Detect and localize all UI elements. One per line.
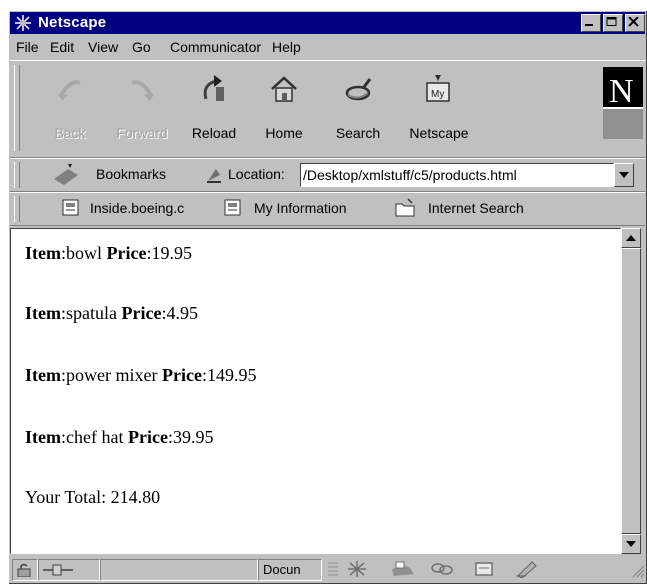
home-button[interactable]: Home: [250, 67, 318, 151]
vertical-scrollbar[interactable]: [621, 228, 641, 554]
location-field[interactable]: /Desktop/xmlstuff/c5/products.html: [300, 163, 614, 187]
connection-cell: [38, 559, 100, 581]
item-name: bowl: [66, 243, 102, 263]
scroll-thumb[interactable]: [621, 248, 641, 534]
item-price: 149.95: [206, 365, 257, 385]
title-bar: Netscape: [10, 12, 645, 34]
item-name: power mixer: [66, 365, 158, 385]
arrow-down-icon: [626, 541, 636, 547]
mail-icon[interactable]: [390, 560, 416, 578]
product-line: Item:bowl Price:19.95: [25, 243, 192, 263]
menu-communicator[interactable]: Communicator: [170, 39, 261, 55]
connection-plug-icon: [43, 564, 73, 576]
component-bar: [326, 560, 626, 578]
product-line: Item:spatula Price:4.95: [25, 303, 198, 323]
search-button[interactable]: Search: [324, 67, 392, 151]
component-bar-grip-icon[interactable]: [326, 560, 340, 578]
location-toolbar: Bookmarks Location: /Desktop/xmlstuff/c5…: [10, 158, 645, 192]
bookmarks-button[interactable]: Bookmarks: [96, 166, 166, 182]
maximize-icon: [606, 17, 617, 26]
item-price: 39.95: [172, 427, 214, 447]
window-title: Netscape: [38, 14, 107, 31]
toolbar-grip[interactable]: [14, 162, 20, 188]
status-bar: Docun: [10, 556, 645, 582]
minimize-icon: [585, 24, 593, 26]
toolbar-grip[interactable]: [14, 196, 20, 222]
dropdown-arrow-icon: [619, 172, 629, 178]
product-line: Item:chef hat Price:39.95: [25, 427, 214, 447]
lock-icon: [17, 563, 31, 577]
forward-icon: [131, 80, 154, 101]
forward-button[interactable]: Forward: [108, 67, 176, 151]
back-button[interactable]: Back: [36, 67, 104, 151]
location-url: /Desktop/xmlstuff/c5/products.html: [303, 167, 517, 183]
composer-icon[interactable]: [514, 560, 538, 578]
minimize-button[interactable]: [581, 14, 601, 32]
home-icon: [271, 76, 297, 102]
bookmarks-icon: [54, 164, 78, 185]
netscape-logo-letter: N: [609, 73, 634, 110]
menu-bar: File Edit View Go Communicator Help: [10, 36, 645, 58]
netscape-app-icon: [15, 15, 31, 31]
personal-toolbar: Inside.boeing.c My Information Internet …: [10, 192, 645, 226]
page-content: Item:bowl Price:19.95 Item:spatula Price…: [10, 228, 621, 554]
maximize-button[interactable]: [603, 14, 623, 32]
order-total: Your Total: 214.80: [25, 487, 161, 507]
toolbar-grip[interactable]: [14, 65, 20, 151]
location-dropdown-button[interactable]: [614, 163, 634, 187]
reload-icon: [203, 75, 224, 101]
scroll-down-button[interactable]: [621, 534, 641, 554]
menu-file[interactable]: File: [16, 39, 39, 55]
location-icon: [207, 169, 221, 183]
item-name: chef hat: [66, 427, 124, 447]
close-icon: [628, 17, 639, 27]
navigation-toolbar: Back Forward Reload Home Search My Netsc…: [10, 60, 645, 158]
menu-view[interactable]: View: [88, 39, 118, 55]
reload-button[interactable]: Reload: [180, 67, 248, 151]
folder-icon: [395, 198, 415, 217]
bookmark-page-icon: [62, 199, 79, 216]
item-name: spatula: [66, 303, 117, 323]
browser-window: Netscape File Edit View Go Communicator …: [8, 10, 647, 584]
bookmark-page-icon: [224, 199, 241, 216]
menu-go[interactable]: Go: [132, 39, 151, 55]
status-text: Docun: [263, 562, 301, 577]
arrow-up-icon: [626, 235, 636, 241]
personal-link-inside-boeing[interactable]: Inside.boeing.c: [90, 200, 184, 216]
discussion-groups-icon[interactable]: [430, 560, 454, 578]
security-cell[interactable]: [12, 559, 38, 581]
netscape-logo[interactable]: N: [603, 67, 643, 139]
personal-link-internet-search[interactable]: Internet Search: [428, 200, 524, 216]
navigator-icon[interactable]: [346, 560, 368, 578]
item-price: 4.95: [166, 303, 198, 323]
search-icon: [345, 78, 372, 101]
resize-grip-icon[interactable]: [631, 564, 645, 578]
close-button[interactable]: [625, 14, 645, 32]
product-line: Item:power mixer Price:149.95: [25, 365, 257, 385]
scroll-up-button[interactable]: [621, 228, 641, 248]
menu-help[interactable]: Help: [272, 39, 301, 55]
netscape-icon: My: [426, 75, 450, 102]
menu-edit[interactable]: Edit: [50, 39, 74, 55]
personal-link-my-information[interactable]: My Information: [254, 200, 347, 216]
back-icon: [58, 80, 81, 101]
status-text-cell: Docun: [258, 559, 322, 581]
svg-text:My: My: [431, 89, 444, 100]
item-price: 19.95: [151, 243, 192, 263]
progress-cell: [100, 559, 258, 581]
location-label: Location:: [228, 166, 285, 182]
address-book-icon[interactable]: [474, 560, 496, 578]
netscape-button[interactable]: My Netscape: [400, 67, 478, 151]
